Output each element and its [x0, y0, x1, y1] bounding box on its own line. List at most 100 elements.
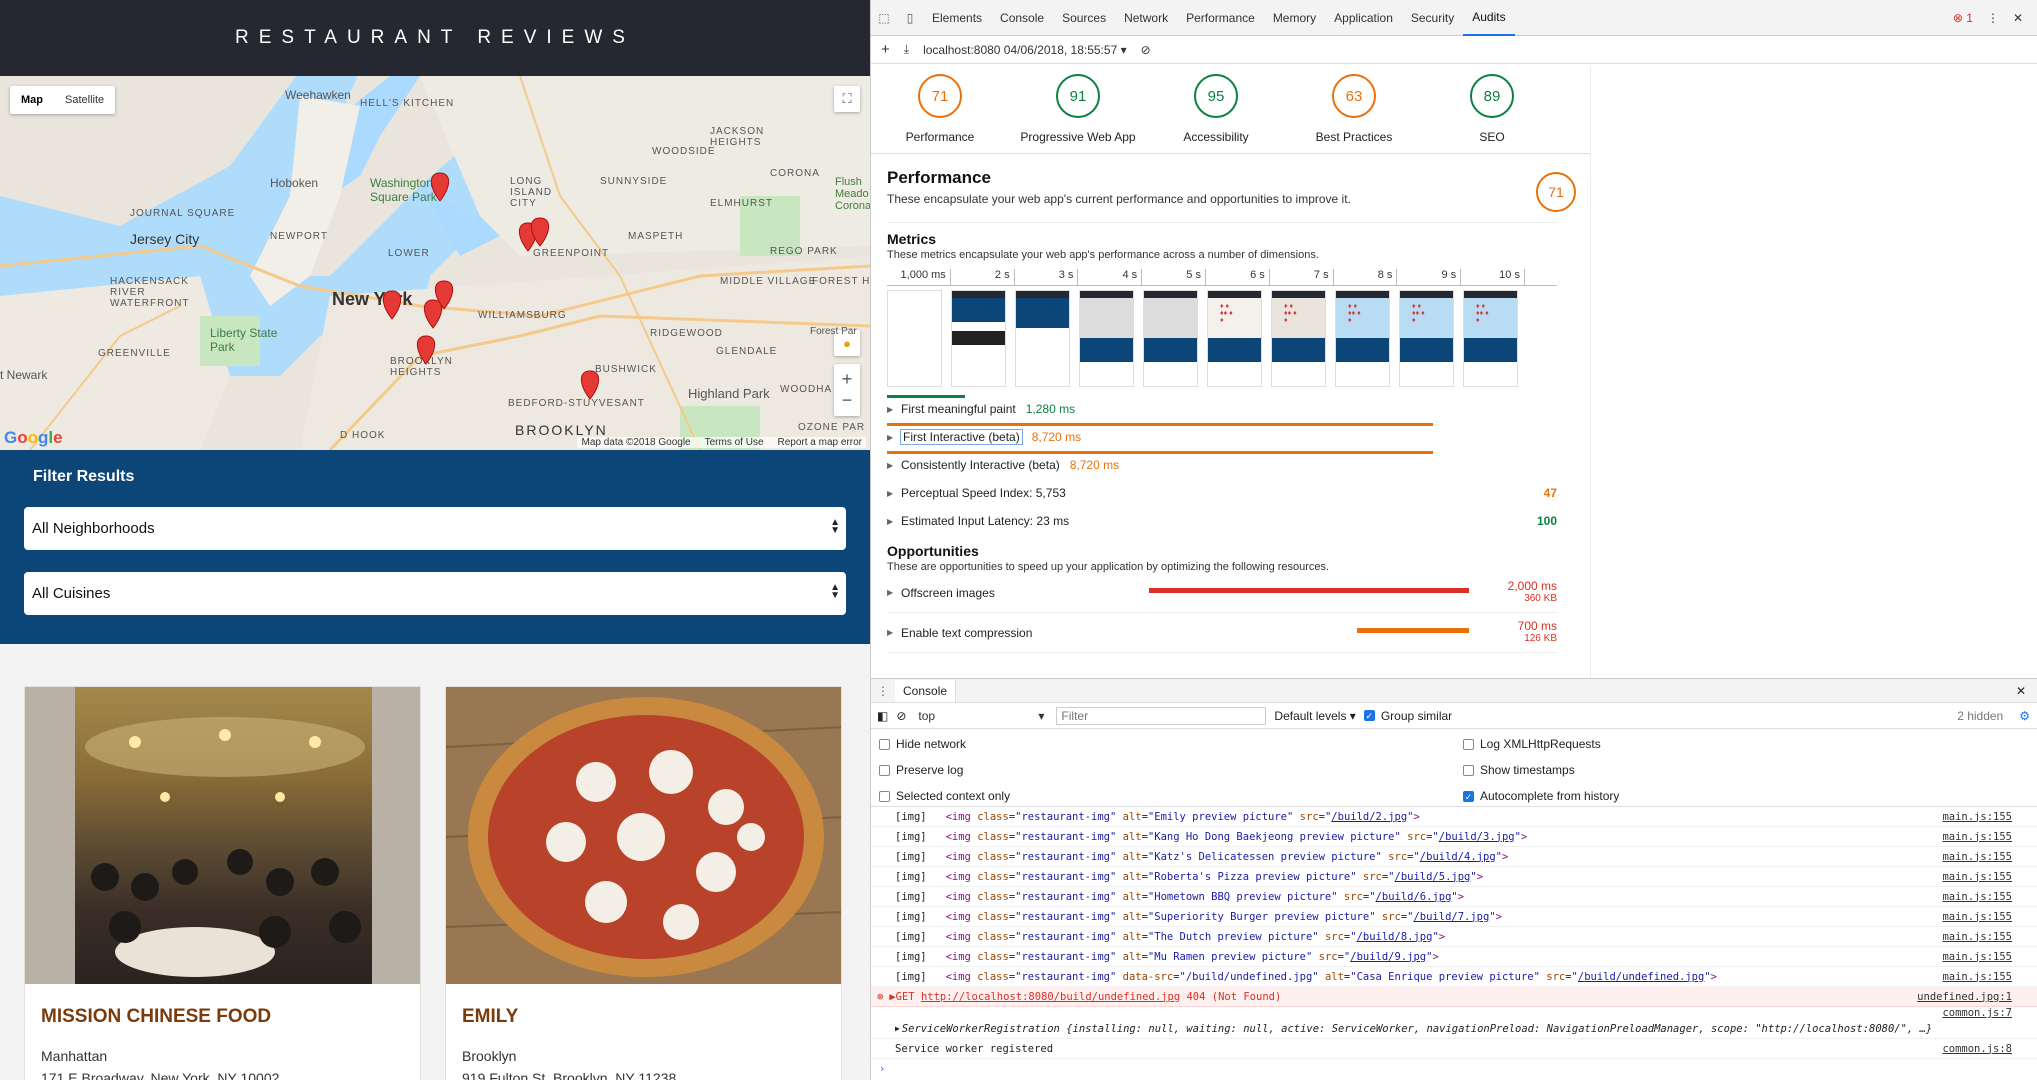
img-src-link[interactable]: /build/6.jpg: [1376, 891, 1452, 903]
tab-console[interactable]: Console: [991, 0, 1053, 36]
fullscreen-icon[interactable]: ⛶: [834, 86, 860, 112]
message-source-link[interactable]: main.js:155: [1942, 810, 2012, 823]
audit-report-select[interactable]: localhost:8080 04/06/2018, 18:55:57 ▾: [923, 43, 1127, 57]
show-timestamps-checkbox[interactable]: Show timestamps: [1463, 763, 1575, 777]
console-message[interactable]: [img] <img class = "restaurant-img" alt = "S…: [871, 907, 2037, 927]
img-src-link[interactable]: /build/2.jpg: [1331, 811, 1407, 823]
console-message[interactable]: [img] <img class = "restaurant-img" alt = "K…: [871, 827, 2037, 847]
tab-network[interactable]: Network: [1115, 0, 1177, 36]
metric-first-meaningful-paint[interactable]: ▶ First meaningful paint 1,280 ms: [887, 395, 1557, 423]
opportunity-text-compression[interactable]: ▶ Enable text compression 700 ms 126 KB: [887, 613, 1557, 653]
metric-input-latency[interactable]: ▶ Estimated Input Latency: 23 ms 100: [887, 507, 1557, 535]
error-url-link[interactable]: http://localhost:8080/build/undefined.jp…: [921, 991, 1180, 1003]
selected-context-checkbox[interactable]: Selected context only: [879, 789, 1010, 803]
map-label: New York: [332, 289, 413, 309]
img-src-link[interactable]: /build/3.jpg: [1439, 831, 1515, 843]
clear-audits-icon[interactable]: ⊘: [1141, 43, 1151, 57]
log-xhr-checkbox[interactable]: Log XMLHttpRequests: [1463, 737, 1601, 751]
score-accessibility[interactable]: 95 Accessibility: [1147, 66, 1285, 153]
map-type-map-button[interactable]: Map: [10, 86, 54, 114]
message-source-link[interactable]: main.js:155: [1942, 930, 2012, 943]
console-message[interactable]: [img] <img class = "restaurant-img" alt = "H…: [871, 887, 2037, 907]
message-source-link[interactable]: main.js:155: [1942, 910, 2012, 923]
img-src-link[interactable]: /build/5.jpg: [1395, 871, 1471, 883]
tab-application[interactable]: Application: [1325, 0, 1402, 36]
console-message[interactable]: [img] <img class = "restaurant-img" alt = "R…: [871, 867, 2037, 887]
neighborhoods-select[interactable]: All Neighborhoods ▲ ▼: [24, 507, 846, 550]
metric-first-interactive[interactable]: ▶ First Interactive (beta) 8,720 ms: [887, 423, 1557, 451]
context-select[interactable]: top ▾: [914, 707, 1048, 725]
console-message[interactable]: [img] <img class = "restaurant-img" alt = "T…: [871, 927, 2037, 947]
terms-link[interactable]: Terms of Use: [705, 437, 764, 448]
new-audit-icon[interactable]: +: [881, 41, 890, 58]
map-type-satellite-button[interactable]: Satellite: [54, 86, 115, 114]
message-source-link[interactable]: main.js:155: [1942, 890, 2012, 903]
checkbox-label: Preserve log: [896, 763, 964, 777]
more-options-icon[interactable]: ⋮: [1987, 11, 1999, 25]
tab-sources[interactable]: Sources: [1053, 0, 1115, 36]
autocomplete-checkbox[interactable]: ✓ Autocomplete from history: [1463, 789, 1619, 803]
img-src-link[interactable]: /build/undefined.jpg: [1578, 971, 1704, 983]
expand-triangle-icon[interactable]: ▶: [895, 1024, 900, 1033]
restaurant-card[interactable]: EMILY Brooklyn 919 Fulton St, Brooklyn, …: [445, 686, 842, 1080]
cuisines-select[interactable]: All Cuisines ▲ ▼: [24, 572, 846, 615]
img-src-link[interactable]: /build/8.jpg: [1357, 931, 1433, 943]
drawer-menu-icon[interactable]: ⋮: [871, 684, 895, 698]
site-title[interactable]: RESTAURANT REVIEWS: [235, 27, 635, 49]
zoom-out-icon[interactable]: −: [842, 390, 853, 411]
zoom-in-icon[interactable]: +: [842, 369, 853, 390]
score-best-practices[interactable]: 63 Best Practices: [1285, 66, 1423, 153]
console-message[interactable]: [img] <img class = "restaurant-img" alt = "M…: [871, 947, 2037, 967]
img-src-link[interactable]: /build/9.jpg: [1350, 951, 1426, 963]
score-performance[interactable]: 71 Performance: [871, 66, 1009, 153]
restaurant-card[interactable]: MISSION CHINESE FOOD Manhattan 171 E Bro…: [24, 686, 421, 1080]
group-similar-checkbox[interactable]: ✓ Group similar: [1363, 709, 1452, 723]
device-toolbar-icon[interactable]: ▯: [897, 11, 923, 25]
message-source-link[interactable]: common.js:8: [1942, 1042, 2012, 1055]
log-levels-select[interactable]: Default levels ▾: [1274, 709, 1355, 723]
score-seo[interactable]: 89 SEO: [1423, 66, 1561, 153]
message-source-link[interactable]: main.js:155: [1942, 870, 2012, 883]
tab-audits[interactable]: Audits: [1463, 0, 1515, 36]
img-src-link[interactable]: /build/7.jpg: [1413, 911, 1489, 923]
tab-memory[interactable]: Memory: [1264, 0, 1325, 36]
close-devtools-icon[interactable]: ✕: [2013, 11, 2023, 25]
map-type-toggle[interactable]: Map Satellite: [10, 86, 116, 114]
metric-consistently-interactive[interactable]: ▶ Consistently Interactive (beta) 8,720 …: [887, 451, 1557, 479]
console-message[interactable]: [img] <img class = "restaurant-img" alt = "K…: [871, 847, 2037, 867]
tab-elements[interactable]: Elements: [923, 0, 991, 36]
console-message[interactable]: [img] <img class = "restaurant-img" data-s…: [871, 967, 2037, 987]
message-source-link[interactable]: main.js:155: [1942, 950, 2012, 963]
inspect-element-icon[interactable]: ⬚: [871, 11, 897, 25]
error-count-badge[interactable]: ⊗ 1: [1953, 11, 1973, 25]
console-object[interactable]: ▶ ServiceWorkerRegistration {installing: …: [871, 1019, 2037, 1039]
preserve-log-checkbox[interactable]: Preserve log: [879, 763, 963, 777]
console-filter-input[interactable]: [1056, 706, 1267, 725]
report-error-link[interactable]: Report a map error: [778, 437, 862, 448]
tab-security[interactable]: Security: [1402, 0, 1463, 36]
clear-console-icon[interactable]: ⊘: [896, 709, 906, 723]
download-report-icon[interactable]: ⤓: [904, 42, 909, 57]
sidebar-toggle-icon[interactable]: ◧: [877, 709, 888, 723]
tab-performance[interactable]: Performance: [1177, 0, 1264, 36]
metric-speed-index[interactable]: ▶ Perceptual Speed Index: 5,753 47: [887, 479, 1557, 507]
console-settings-gear-icon[interactable]: ⚙: [2011, 709, 2037, 723]
message-source-link[interactable]: main.js:155: [1942, 970, 2012, 983]
score-pwa[interactable]: 91 Progressive Web App: [1009, 66, 1147, 153]
img-src-link[interactable]: /build/4.jpg: [1420, 851, 1496, 863]
map[interactable]: Map Satellite ⛶ ● + − Weehawken HELL'S K…: [0, 76, 870, 450]
console-prompt[interactable]: ›: [871, 1059, 2037, 1079]
timeline-tick: 8 s: [1334, 269, 1398, 285]
console-message[interactable]: Service worker registered common.js:8: [871, 1039, 2037, 1059]
zoom-control[interactable]: + −: [834, 364, 860, 416]
opportunity-offscreen-images[interactable]: ▶ Offscreen images 2,000 ms 360 KB: [887, 573, 1557, 613]
message-source-link[interactable]: main.js:155: [1942, 850, 2012, 863]
message-source-link[interactable]: main.js:155: [1942, 830, 2012, 843]
console-error[interactable]: ⊗ ▶ GET http://localhost:8080/build/undefi…: [871, 987, 2037, 1007]
close-drawer-icon[interactable]: ✕: [2016, 684, 2037, 698]
message-source-link[interactable]: undefined.jpg:1: [1917, 990, 2012, 1003]
console-message[interactable]: [img] <img class = "restaurant-img" alt = "E…: [871, 807, 2037, 827]
hide-network-checkbox[interactable]: Hide network: [879, 737, 966, 751]
message-source-link[interactable]: common.js:7: [1942, 1007, 2012, 1019]
drawer-tab-console[interactable]: Console: [895, 679, 957, 702]
